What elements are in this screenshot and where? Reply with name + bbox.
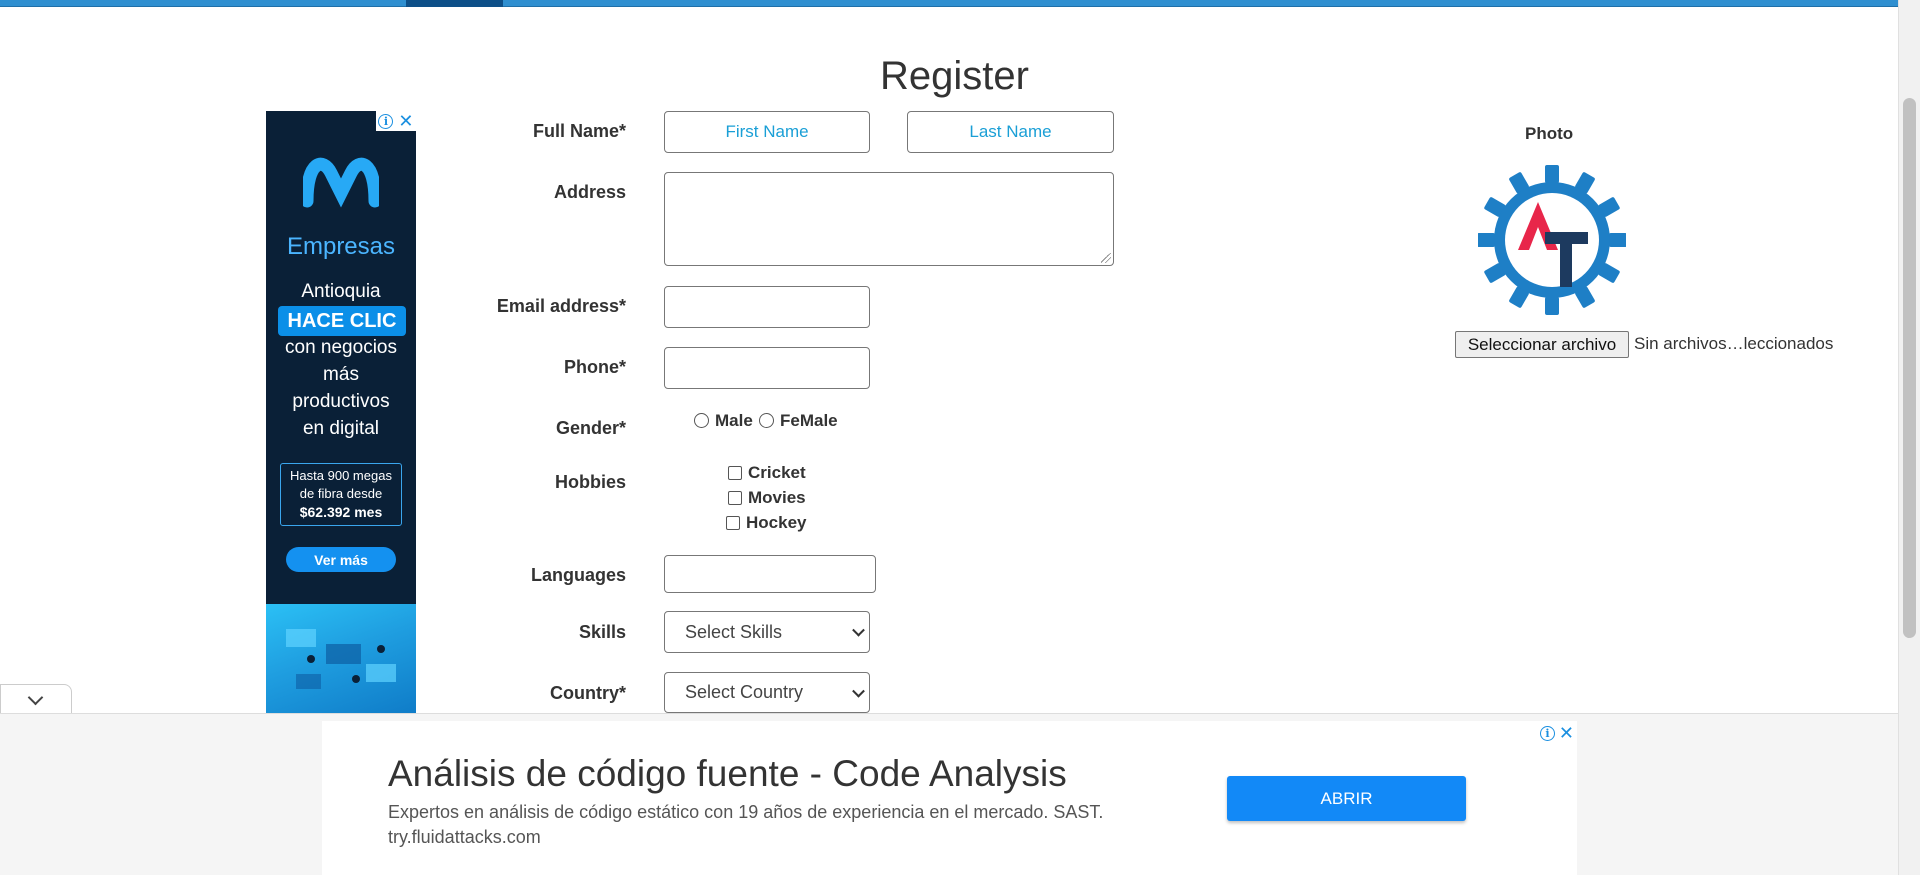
country-select[interactable]: Select Country: [664, 672, 870, 713]
languages-input[interactable]: [664, 555, 876, 593]
skills-select-value: Select Skills: [685, 621, 783, 642]
side-ad-cta-button[interactable]: Ver más: [286, 547, 396, 572]
chevron-down-icon: [852, 684, 865, 698]
scrollbar-thumb[interactable]: [1903, 98, 1916, 638]
side-ad-line-4: productivos: [292, 391, 390, 412]
top-nav-active-tab[interactable]: [406, 0, 503, 7]
side-ad-line-5: en digital: [302, 418, 380, 439]
photo-title: Photo: [1525, 124, 1574, 143]
info-icon[interactable]: i: [378, 113, 394, 129]
bottom-ad[interactable]: Análisis de código fuente - Code Analysi…: [322, 721, 1577, 875]
gender-female-radio[interactable]: [759, 413, 774, 428]
side-ad-offer: Hasta 900 megas de fibra desde $62.392 m…: [280, 463, 402, 526]
page-scrollbar[interactable]: [1898, 0, 1920, 875]
gender-female-label: FeMale: [780, 411, 838, 430]
info-icon[interactable]: i: [1539, 725, 1555, 741]
chevron-down-icon: [852, 623, 865, 637]
phone-input[interactable]: [664, 347, 870, 389]
side-ad[interactable]: Empresas Antioquia HACE CLIC con negocio…: [266, 111, 416, 714]
side-ad-highlight: HACE CLIC: [278, 306, 406, 336]
side-ad-offer-line-2: de fibra desde: [299, 486, 383, 501]
hobby-hockey-checkbox[interactable]: [726, 516, 740, 530]
hobby-movies-checkbox[interactable]: [728, 491, 742, 505]
side-ad-line-1: Antioquia: [301, 281, 381, 302]
side-ad-illustration: [266, 604, 416, 714]
email-input[interactable]: [664, 286, 870, 328]
gender-male-label: Male: [715, 411, 753, 430]
side-ad-offer-price: $62.392 mes: [299, 504, 383, 520]
file-status-text: Sin archivos…leccionados: [1634, 334, 1834, 353]
side-ad-line-3: más: [323, 364, 359, 385]
address-textarea[interactable]: [664, 172, 1114, 266]
bottom-ad-headline[interactable]: Análisis de código fuente - Code Analysi…: [388, 753, 1067, 795]
gender-male-radio[interactable]: [694, 413, 709, 428]
last-name-input[interactable]: Last Name: [907, 111, 1114, 153]
first-name-input[interactable]: First Name: [664, 111, 870, 153]
country-select-value: Select Country: [685, 682, 804, 702]
side-ad-offer-line-1: Hasta 900 megas: [290, 468, 392, 483]
gear-logo-icon: [1477, 165, 1627, 315]
skills-select[interactable]: Select Skills: [664, 611, 870, 653]
side-ad-brand: Empresas: [286, 233, 396, 260]
choose-file-button[interactable]: Seleccionar archivo: [1455, 331, 1629, 358]
bottom-ad-description: Expertos en análisis de código estático …: [388, 802, 1104, 822]
collapse-ad-tab[interactable]: [0, 684, 72, 714]
close-icon[interactable]: ✕: [1559, 724, 1574, 742]
close-icon[interactable]: ✕: [398, 112, 413, 130]
bottom-ad-open-button[interactable]: ABRIR: [1227, 776, 1466, 821]
hobby-movies-label: Movies: [748, 488, 806, 507]
chevron-down-icon: [27, 689, 44, 706]
resize-grip-icon[interactable]: [1101, 253, 1111, 263]
side-ad-controls: i ✕: [376, 111, 416, 131]
hobby-hockey-label: Hockey: [746, 513, 807, 532]
page-title: Register: [880, 54, 1029, 98]
movistar-logo-icon: [303, 157, 379, 208]
bottom-ad-controls: i ✕: [1538, 724, 1576, 742]
top-nav-bar: [0, 0, 1898, 7]
hobby-cricket-checkbox[interactable]: [728, 466, 742, 480]
bottom-ad-domain[interactable]: try.fluidattacks.com: [388, 827, 541, 848]
hobby-cricket-label: Cricket: [748, 463, 806, 482]
side-ad-line-2: con negocios: [285, 337, 397, 358]
